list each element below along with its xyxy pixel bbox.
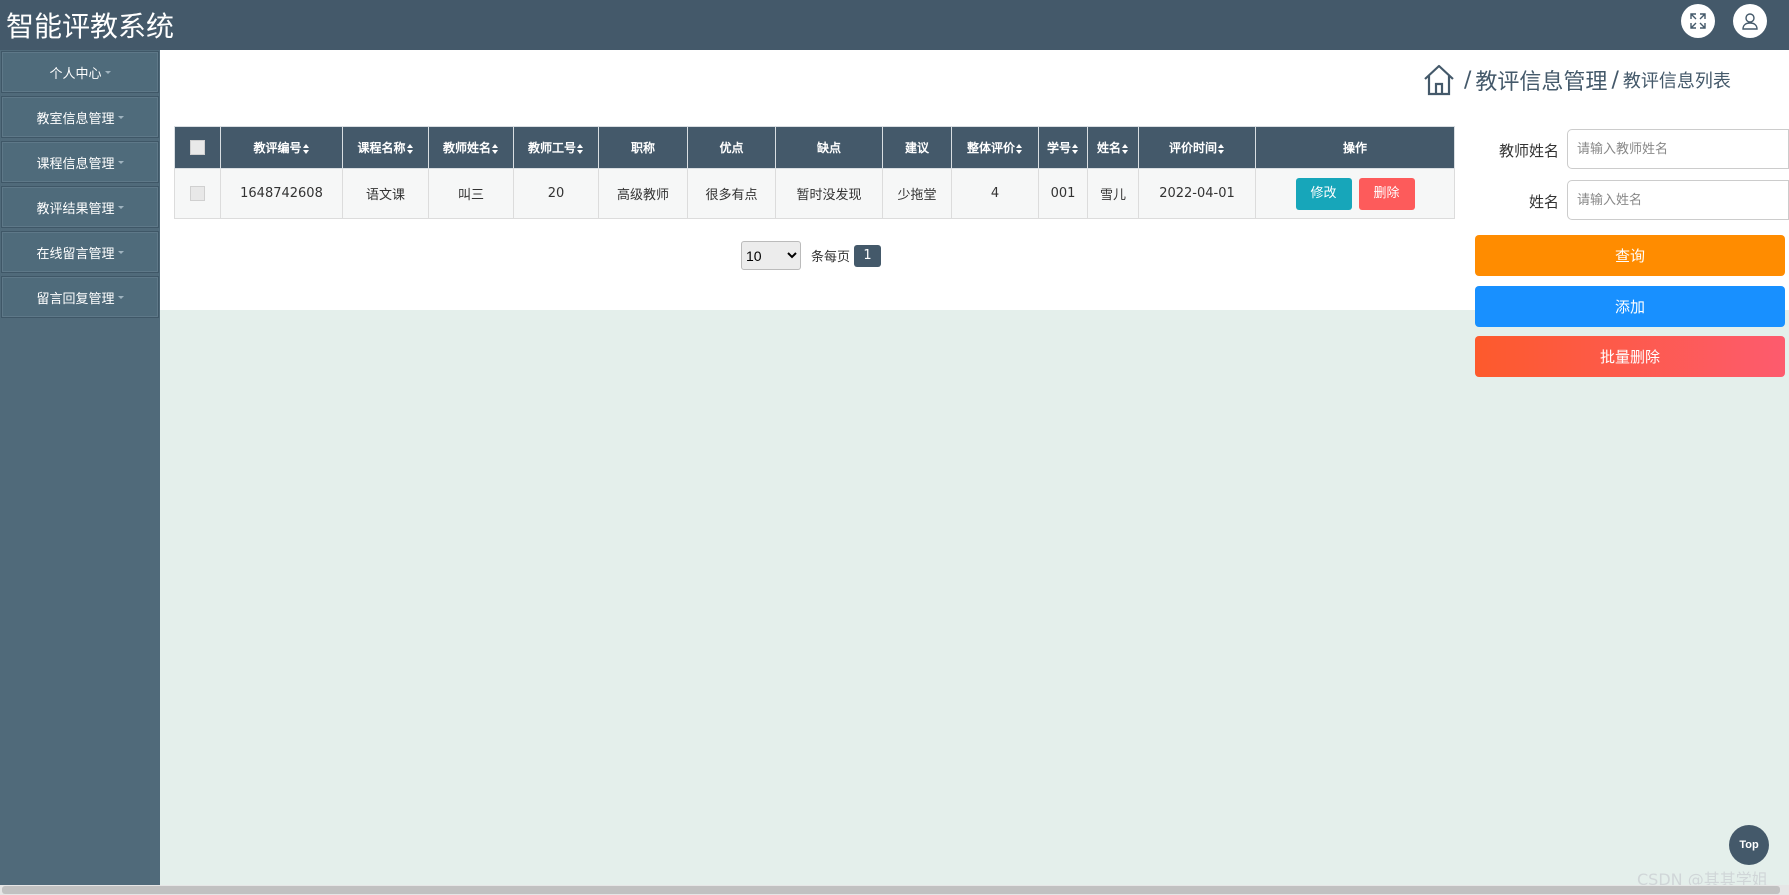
column-header: 缺点: [775, 126, 883, 169]
sidebar-item-label: 留言回复管理: [36, 291, 115, 307]
column-header[interactable]: 教师工号: [513, 126, 599, 169]
app-title: 智能评教系统: [6, 10, 175, 43]
evaluation-table: 教评编号 课程名称 教师姓名 教师工号 职称 优点 缺点 建议 整体评价 学号 …: [174, 126, 1455, 219]
chevron-down-icon: [117, 160, 124, 164]
home-icon[interactable]: [1422, 63, 1456, 97]
sidebar-item-label: 在线留言管理: [36, 246, 115, 262]
teacher-name-label: 教师姓名: [1498, 142, 1559, 160]
sidebar-item-label: 个人中心: [49, 66, 102, 82]
expand-icon: [1690, 13, 1706, 29]
column-header[interactable]: 学号: [1038, 126, 1088, 169]
table-cell: 2022-04-01: [1138, 168, 1256, 219]
per-page-label: 条每页: [811, 250, 851, 265]
column-header[interactable]: 教师姓名: [428, 126, 514, 169]
fullscreen-button[interactable]: [1681, 4, 1715, 38]
page-size-select[interactable]: 10: [741, 241, 801, 270]
student-name-input[interactable]: [1567, 180, 1789, 220]
sidebar-item-label: 教评结果管理: [36, 201, 115, 217]
sidebar-item-classroom-info[interactable]: 教室信息管理: [1, 96, 159, 138]
table-cell: 语文课: [342, 168, 429, 219]
query-button[interactable]: 查询: [1475, 235, 1785, 276]
table-cell: 4: [951, 168, 1039, 219]
table-row: 1648742608 语文课 叫三 20 高级教师 很多有点 暂时没发现 少拖堂…: [174, 168, 1455, 219]
row-actions-cell: 修改 删除: [1255, 168, 1455, 219]
chevron-down-icon: [117, 250, 124, 254]
sidebar-item-label: 课程信息管理: [36, 156, 115, 172]
chevron-down-icon: [104, 70, 111, 74]
page-number-current[interactable]: 1: [854, 244, 882, 267]
column-header: 职称: [598, 126, 688, 169]
column-header[interactable]: 评价时间: [1138, 126, 1256, 169]
teacher-name-input[interactable]: [1567, 129, 1789, 169]
sort-icon[interactable]: [492, 143, 499, 154]
column-header[interactable]: 教评编号: [220, 126, 343, 169]
breadcrumb-level2: 教评信息列表: [1622, 71, 1731, 92]
chevron-down-icon: [117, 295, 124, 299]
column-header[interactable]: 课程名称: [342, 126, 429, 169]
breadcrumb-level1[interactable]: 教评信息管理: [1475, 64, 1607, 96]
column-header[interactable]: 姓名: [1087, 126, 1139, 169]
column-header: 建议: [882, 126, 952, 169]
table-cell: 20: [513, 168, 599, 219]
horizontal-scrollbar[interactable]: [0, 885, 1789, 895]
column-header: 优点: [687, 126, 776, 169]
chevron-down-icon: [117, 115, 124, 119]
sort-icon[interactable]: [1122, 143, 1129, 154]
table-cell: 叫三: [428, 168, 514, 219]
table-cell: 很多有点: [687, 168, 776, 219]
scrollbar-thumb[interactable]: [2, 886, 1780, 894]
top-bar: 智能评教系统: [0, 0, 1789, 50]
table-header-row: 教评编号 课程名称 教师姓名 教师工号 职称 优点 缺点 建议 整体评价 学号 …: [174, 126, 1455, 169]
sidebar-item-personal-center[interactable]: 个人中心: [1, 51, 159, 93]
student-name-label: 姓名: [1528, 193, 1559, 211]
breadcrumb: / 教评信息管理 / 教评信息列表: [1422, 62, 1731, 98]
select-all-checkbox[interactable]: [190, 140, 205, 155]
breadcrumb-separator: /: [1464, 67, 1472, 93]
back-to-top-button[interactable]: Top: [1729, 825, 1769, 865]
add-button[interactable]: 添加: [1475, 286, 1785, 327]
sidebar-item-message-replies[interactable]: 留言回复管理: [1, 276, 159, 318]
user-icon: [1742, 13, 1758, 30]
breadcrumb-separator: /: [1611, 67, 1619, 93]
sidebar-item-evaluation-results[interactable]: 教评结果管理: [1, 186, 159, 228]
table-cell: 雪儿: [1087, 168, 1139, 219]
sidebar-item-online-messages[interactable]: 在线留言管理: [1, 231, 159, 273]
sort-icon[interactable]: [1218, 143, 1225, 154]
sidebar-item-label: 教室信息管理: [36, 111, 115, 127]
table-cell: 001: [1038, 168, 1088, 219]
select-all-cell: [174, 126, 221, 169]
column-header[interactable]: 整体评价: [951, 126, 1039, 169]
edit-button[interactable]: 修改: [1295, 177, 1352, 210]
sort-icon[interactable]: [1016, 143, 1023, 154]
batch-delete-button[interactable]: 批量删除: [1475, 336, 1785, 377]
table-cell: 暂时没发现: [775, 168, 883, 219]
table-cell: 1648742608: [220, 168, 343, 219]
sort-icon[interactable]: [406, 143, 414, 154]
table-cell: 高级教师: [598, 168, 688, 219]
row-checkbox[interactable]: [190, 186, 205, 201]
sort-icon[interactable]: [1072, 143, 1079, 154]
sidebar: 个人中心 教室信息管理 课程信息管理 教评结果管理 在线留言管理 留言回复管理: [0, 50, 160, 885]
row-select-cell: [174, 168, 221, 219]
sort-icon[interactable]: [577, 143, 584, 154]
column-header: 操作: [1255, 126, 1455, 169]
chevron-down-icon: [117, 205, 124, 209]
table-cell: 少拖堂: [882, 168, 952, 219]
user-button[interactable]: [1733, 4, 1767, 38]
sort-icon[interactable]: [302, 143, 310, 154]
delete-button[interactable]: 删除: [1358, 177, 1415, 210]
sidebar-item-course-info[interactable]: 课程信息管理: [1, 141, 159, 183]
pagination: 10 条每页 1: [741, 241, 882, 270]
